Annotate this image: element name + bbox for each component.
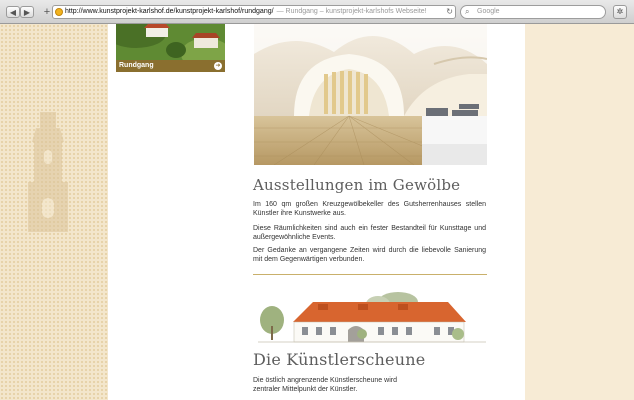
back-button[interactable]: ◀ xyxy=(6,6,20,18)
forward-button[interactable]: ▶ xyxy=(20,6,34,18)
gewoelbe-paragraph-3: Der Gedanke an vergangene Zeiten wird du… xyxy=(253,247,486,263)
gewoelbe-heading: Ausstellungen im Gewölbe xyxy=(253,176,461,194)
teaser-caption-bar: Rundgang ➜ xyxy=(116,60,225,72)
arrow-right-icon[interactable]: ➜ xyxy=(214,62,222,70)
url-text-wrapper: http://www.kunstprojekt-karlshof.de/kuns… xyxy=(65,6,427,18)
page-title-text: — Rundgang – kunstprojekt-karlshofs Webs… xyxy=(276,8,427,15)
search-icon: ⌕ xyxy=(465,7,470,16)
gewoelbe-paragraph-1: Im 160 qm großen Kreuzgewölbekeller des … xyxy=(253,201,486,217)
gewoelbe-paragraph-2: Diese Räumlichkeiten sind auch ein feste… xyxy=(253,225,486,241)
tower-silhouette-icon xyxy=(28,112,68,232)
back-arrow-icon: ◀ xyxy=(9,8,17,17)
gear-icon: ✲ xyxy=(616,7,624,16)
scheune-heading: Die Künstlerscheune xyxy=(253,350,426,369)
reload-icon[interactable]: ↻ xyxy=(446,6,453,18)
rundgang-teaser[interactable]: Rundgang ➜ xyxy=(116,24,225,72)
section-divider xyxy=(253,274,487,275)
teaser-label: Rundgang xyxy=(119,62,154,69)
scheune-paragraph: Die östlich angrenzende Künstlerscheune … xyxy=(253,377,397,393)
forward-arrow-icon: ▶ xyxy=(23,8,31,17)
plus-icon: + xyxy=(43,6,51,18)
right-background xyxy=(525,24,634,400)
site-favicon-icon xyxy=(55,8,63,16)
search-placeholder: Google xyxy=(477,8,500,15)
address-bar[interactable]: http://www.kunstprojekt-karlshof.de/kuns… xyxy=(52,5,456,19)
web-page: Rundgang ➜ Ausstellungen im Gewölbe Im 1… xyxy=(0,24,634,400)
vault-cellar-photo xyxy=(254,24,487,165)
barn-illustration xyxy=(258,292,486,343)
main-content: Rundgang ➜ Ausstellungen im Gewölbe Im 1… xyxy=(108,24,525,400)
browser-toolbar: ◀ ▶ + http://www.kunstprojekt-karlshof.d… xyxy=(0,0,634,24)
settings-button[interactable]: ✲ xyxy=(613,5,627,19)
search-field[interactable]: ⌕ Google xyxy=(460,5,606,19)
url-text: http://www.kunstprojekt-karlshof.de/kuns… xyxy=(65,8,274,15)
left-decorative-background xyxy=(0,24,108,400)
